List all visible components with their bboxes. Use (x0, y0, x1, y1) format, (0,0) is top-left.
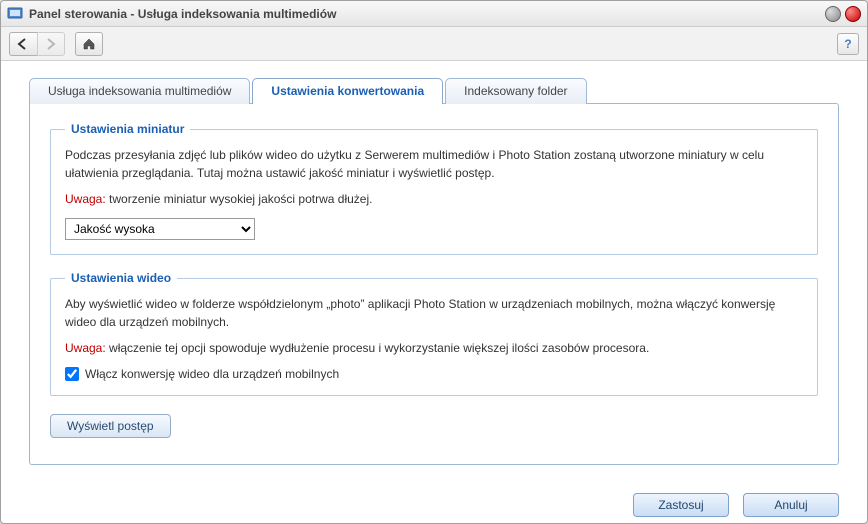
enable-video-conversion-row[interactable]: Włącz konwersję wideo dla urządzeń mobil… (65, 367, 803, 381)
show-progress-button[interactable]: Wyświetl postęp (50, 414, 171, 438)
button-label: Wyświetl postęp (67, 419, 154, 433)
back-button[interactable] (9, 32, 37, 56)
titlebar: Panel sterowania - Usługa indeksowania m… (1, 1, 867, 27)
video-description: Aby wyświetlić wideo w folderze współdzi… (65, 295, 803, 331)
tab-label: Indeksowany folder (464, 84, 567, 98)
tab-page: Ustawienia miniatur Podczas przesyłania … (29, 103, 839, 465)
video-settings-group: Ustawienia wideo Aby wyświetlić wideo w … (50, 271, 818, 396)
warning-text: tworzenie miniatur wysokiej jakości potr… (109, 192, 372, 206)
cancel-button[interactable]: Anuluj (743, 493, 839, 517)
tab-indexed-folder[interactable]: Indeksowany folder (445, 78, 586, 104)
tab-label: Usługa indeksowania multimediów (48, 84, 231, 98)
thumbnail-settings-group: Ustawienia miniatur Podczas przesyłania … (50, 122, 818, 255)
toolbar: ? (1, 27, 867, 61)
button-label: Zastosuj (658, 498, 703, 512)
tab-label: Ustawienia konwertowania (271, 84, 424, 98)
tab-indexing-service[interactable]: Usługa indeksowania multimediów (29, 78, 250, 104)
apply-button[interactable]: Zastosuj (633, 493, 729, 517)
quality-select[interactable]: Jakość wysoka (65, 218, 255, 240)
tab-conversion-settings[interactable]: Ustawienia konwertowania (252, 78, 443, 104)
action-bar: Zastosuj Anuluj (1, 479, 867, 523)
checkbox-label: Włącz konwersję wideo dla urządzeń mobil… (85, 367, 339, 381)
thumbnail-warning: Uwaga: tworzenie miniatur wysokiej jakoś… (65, 190, 803, 208)
home-button[interactable] (75, 32, 103, 56)
minimize-button[interactable] (825, 6, 841, 22)
warning-text: włączenie tej opcji spowoduje wydłużenie… (109, 341, 649, 355)
warning-label: Uwaga: (65, 192, 106, 206)
video-warning: Uwaga: włączenie tej opcji spowoduje wyd… (65, 339, 803, 357)
tabs: Usługa indeksowania multimediów Ustawien… (29, 77, 839, 103)
thumbnail-description: Podczas przesyłania zdjęć lub plików wid… (65, 146, 803, 182)
window: Panel sterowania - Usługa indeksowania m… (0, 0, 868, 524)
content-area: Usługa indeksowania multimediów Ustawien… (1, 61, 867, 479)
help-button[interactable]: ? (837, 33, 859, 55)
warning-label: Uwaga: (65, 341, 106, 355)
window-title: Panel sterowania - Usługa indeksowania m… (29, 7, 821, 21)
nav-group (9, 32, 65, 56)
thumbnail-legend: Ustawienia miniatur (65, 122, 190, 136)
enable-video-conversion-checkbox[interactable] (65, 367, 79, 381)
forward-button[interactable] (37, 32, 65, 56)
button-label: Anuluj (774, 498, 807, 512)
close-button[interactable] (845, 6, 861, 22)
video-legend: Ustawienia wideo (65, 271, 177, 285)
help-icon: ? (844, 37, 851, 51)
app-icon (7, 6, 23, 22)
